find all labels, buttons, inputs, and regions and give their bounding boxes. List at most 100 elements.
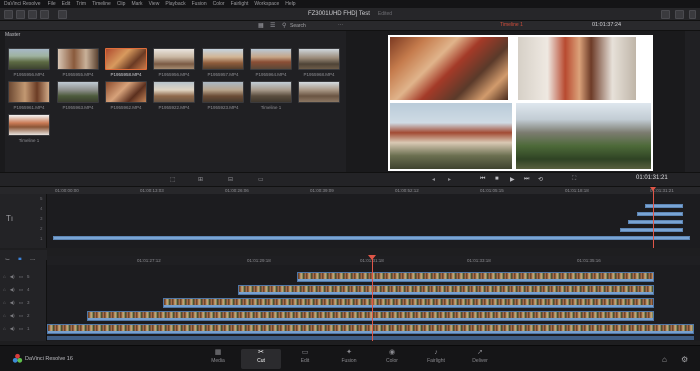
rewind-icon[interactable]: ⏮ — [480, 176, 485, 183]
tool-trim-icon[interactable]: ⊞ — [198, 176, 203, 183]
search-icon[interactable]: ⚲ — [282, 22, 286, 29]
fast-forward-icon[interactable]: ⏭ — [524, 176, 529, 183]
tool-select-icon[interactable]: ⬚ — [170, 176, 176, 183]
timeline-clip-track3[interactable] — [163, 298, 654, 308]
lock-icon[interactable]: ⌂ — [3, 300, 6, 305]
cut-page-icon: ✂ — [258, 349, 264, 356]
lower-playhead[interactable] — [372, 256, 373, 341]
lock-icon[interactable]: ⌂ — [3, 313, 6, 318]
clip-item[interactable]: Timeline 1 — [298, 81, 340, 110]
upper-ruler-tick: 01:00:52:12 — [395, 188, 419, 193]
menu-mark[interactable]: Mark — [131, 1, 142, 7]
clip-item[interactable]: P1955963.MP4 — [57, 81, 99, 110]
timeline-item[interactable]: Timeline 1 — [8, 114, 50, 143]
search-label[interactable]: Search — [290, 23, 306, 29]
audio-icon[interactable]: ◀) — [10, 326, 15, 332]
grid-view-icon[interactable]: ▦ — [258, 22, 264, 29]
audio-icon[interactable]: ◀) — [10, 274, 15, 280]
page-tab-media[interactable]: ▦ Media — [198, 349, 238, 369]
menu-trim[interactable]: Trim — [76, 1, 86, 7]
page-tab-deliver[interactable]: ➚ Deliver — [460, 349, 500, 369]
tool-append-icon[interactable]: ▭ — [258, 176, 264, 183]
prev-clip-icon[interactable]: ◂ — [432, 176, 435, 183]
visibility-icon[interactable]: ▭ — [19, 326, 23, 332]
clip-item[interactable]: P1955961.MP4 — [8, 81, 50, 110]
loop-icon[interactable]: ⟲ — [538, 176, 543, 183]
fullscreen-icon[interactable]: ⛶ — [572, 176, 576, 183]
menu-timeline[interactable]: Timeline — [92, 1, 111, 7]
upper-clip-track3[interactable] — [628, 220, 683, 224]
home-icon[interactable]: ⌂ — [662, 355, 667, 364]
page-tab-fairlight[interactable]: ♪ Fairlight — [416, 349, 456, 369]
upper-clip-track1[interactable] — [53, 236, 690, 240]
clip-item[interactable]: P1955922.MP4 — [153, 81, 195, 110]
clip-item[interactable]: P1955962.MP4 — [105, 81, 147, 110]
list-view-icon[interactable]: ☰ — [270, 22, 275, 29]
visibility-icon[interactable]: ▭ — [19, 287, 23, 293]
audio-icon[interactable]: ◀) — [10, 300, 15, 306]
upper-clip-track5[interactable] — [645, 204, 683, 208]
viewer-timeline-name[interactable]: Timeline 1 — [500, 22, 523, 28]
menu-view[interactable]: View — [149, 1, 160, 7]
settings-icon[interactable] — [689, 10, 696, 19]
upper-clip-track2[interactable] — [620, 228, 683, 232]
bin-master-label[interactable]: Master — [5, 32, 20, 38]
next-clip-icon[interactable]: ▸ — [448, 176, 451, 183]
tool-insert-icon[interactable]: ⊟ — [228, 176, 233, 183]
audio-icon[interactable]: ◀) — [10, 287, 15, 293]
lock-icon[interactable]: ⌂ — [3, 287, 6, 292]
page-tab-edit[interactable]: ▭ Edit — [285, 349, 325, 369]
viewer-frame[interactable] — [388, 35, 653, 171]
settings-gear-icon[interactable]: ⚙ — [681, 355, 688, 364]
timeline-clip-track5[interactable] — [297, 272, 654, 282]
page-tab-fusion[interactable]: ✦ Fusion — [329, 349, 369, 369]
clip-item[interactable]: P1955968.MP4 — [298, 48, 340, 77]
more-options-icon[interactable]: ··· — [338, 22, 343, 28]
menu-color[interactable]: Color — [213, 1, 225, 7]
play-icon[interactable]: ▶ — [510, 176, 515, 183]
page-tab-color[interactable]: ◉ Color — [372, 349, 412, 369]
menu-edit[interactable]: Edit — [62, 1, 71, 7]
upper-track-number: 4 — [40, 206, 43, 211]
clip-item[interactable]: P1955923.MP4 — [202, 81, 244, 110]
stop-icon[interactable]: ■ — [495, 176, 499, 182]
viewer-header — [385, 21, 700, 31]
clip-item[interactable]: P1955957.MP4 — [202, 48, 244, 77]
visibility-icon[interactable]: ▭ — [19, 313, 23, 319]
menu-file[interactable]: File — [48, 1, 56, 7]
timeline-clip-track2[interactable] — [87, 311, 654, 321]
clip-item[interactable]: Timeline 1 — [250, 81, 292, 110]
upper-playhead-marker[interactable] — [650, 187, 656, 191]
lock-icon[interactable]: ⌂ — [3, 326, 6, 331]
upper-timeline-ruler[interactable]: 01:00:00:00 01:00:13:03 01:00:26:06 01:0… — [0, 186, 700, 194]
menu-fusion[interactable]: Fusion — [192, 1, 207, 7]
menu-playback[interactable]: Playback — [165, 1, 185, 7]
upper-playhead[interactable] — [653, 188, 654, 248]
menu-workspace[interactable]: Workspace — [254, 1, 279, 7]
visibility-icon[interactable]: ▭ — [19, 300, 23, 306]
timeline-clip-track4[interactable] — [238, 285, 654, 295]
clip-item-selected[interactable]: P1955958.MP4 — [105, 48, 147, 77]
export-icon[interactable] — [661, 10, 670, 19]
upper-clip-track4[interactable] — [637, 212, 683, 216]
lock-icon[interactable]: ⌂ — [3, 274, 6, 279]
audio-waveform-track[interactable] — [47, 336, 694, 340]
inspector-icon[interactable] — [675, 10, 684, 19]
media-pool-sidebar[interactable] — [0, 31, 5, 172]
audio-icon[interactable]: ◀) — [10, 313, 15, 319]
menu-app[interactable]: DaVinci Resolve — [4, 1, 41, 7]
clip-item[interactable]: P1955956.MP4 — [8, 48, 50, 77]
menu-fairlight[interactable]: Fairlight — [231, 1, 249, 7]
page-tab-label: Fairlight — [427, 358, 445, 364]
clip-item[interactable]: P1955956.MP4 — [153, 48, 195, 77]
timeline-clip-track1[interactable] — [47, 324, 694, 334]
clip-item[interactable]: P1955964.MP4 — [250, 48, 292, 77]
clip-item[interactable]: P1955955.MP4 — [57, 48, 99, 77]
lower-playhead-marker[interactable] — [368, 255, 376, 260]
menu-clip[interactable]: Clip — [117, 1, 126, 7]
page-tab-cut[interactable]: ✂ Cut — [241, 349, 281, 369]
title-track-icon[interactable]: Tı — [6, 214, 13, 223]
clip-name: P1955958.MP4 — [110, 72, 142, 77]
visibility-icon[interactable]: ▭ — [19, 274, 23, 280]
menu-help[interactable]: Help — [285, 1, 295, 7]
